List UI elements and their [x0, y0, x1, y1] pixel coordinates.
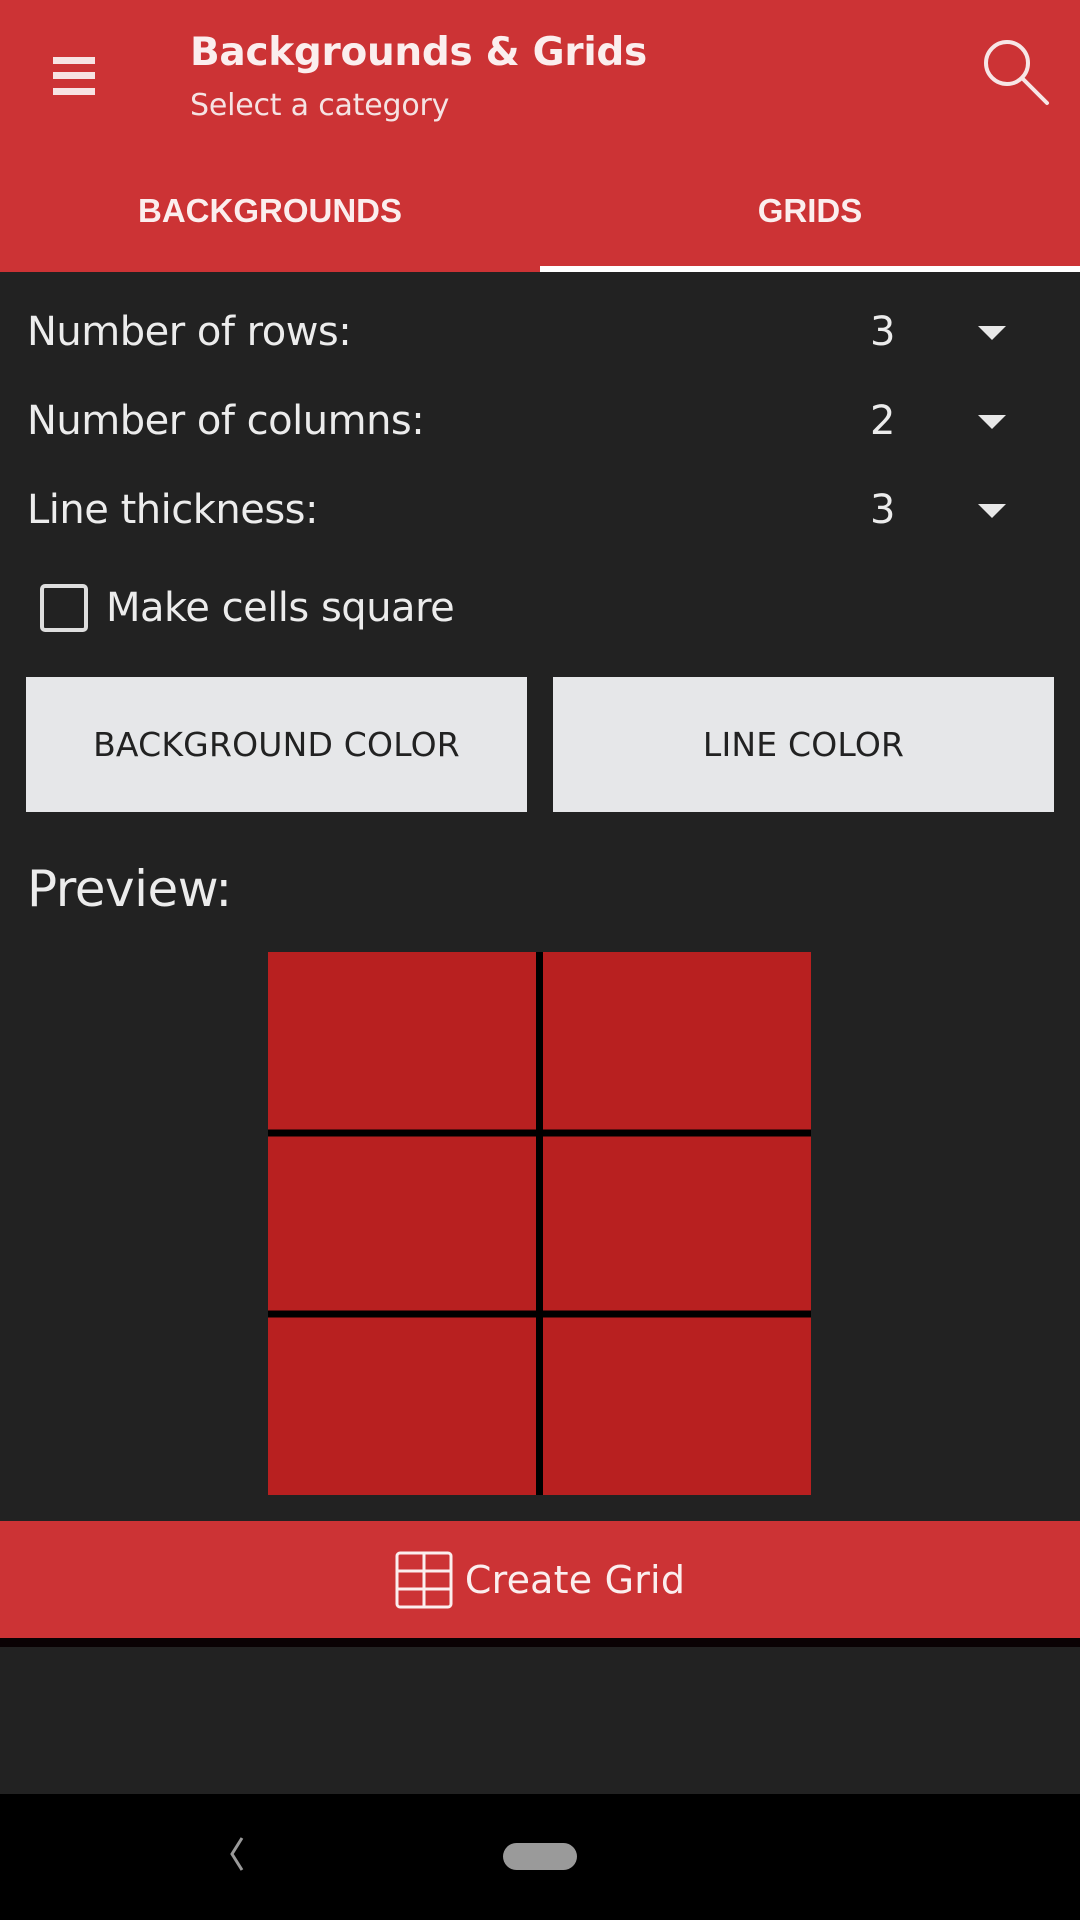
dropdown-arrow-icon	[978, 326, 1006, 340]
rows-dropdown[interactable]: 3	[850, 292, 1050, 372]
thickness-setting: Line thickness: 3	[0, 470, 1080, 550]
background-color-button[interactable]: BACKGROUND COLOR	[26, 677, 527, 812]
make-cells-square-option[interactable]: Make cells square	[40, 578, 455, 638]
back-icon[interactable]	[220, 1834, 250, 1874]
columns-setting: Number of columns: 2	[0, 381, 1080, 461]
search-icon[interactable]	[975, 30, 1055, 110]
dropdown-arrow-icon	[978, 504, 1006, 518]
make-cells-square-label: Make cells square	[106, 585, 455, 631]
rows-value: 3	[870, 309, 896, 355]
rows-label: Number of rows:	[27, 309, 352, 355]
rows-setting: Number of rows: 3	[0, 292, 1080, 372]
thickness-value: 3	[870, 487, 896, 533]
preview-title: Preview:	[27, 860, 232, 918]
dropdown-arrow-icon	[978, 415, 1006, 429]
make-cells-square-checkbox[interactable]	[40, 584, 88, 632]
columns-dropdown[interactable]: 2	[850, 381, 1050, 461]
thickness-label: Line thickness:	[27, 487, 319, 533]
app-bar: Backgrounds & Grids Select a category BA…	[0, 0, 1080, 272]
hamburger-menu-icon[interactable]	[40, 40, 108, 110]
tab-grids[interactable]: GRIDS	[540, 160, 1080, 272]
grid-preview-canvas	[268, 952, 811, 1495]
grid-icon	[395, 1551, 453, 1608]
system-nav-bar	[0, 1794, 1080, 1920]
line-color-button[interactable]: LINE COLOR	[553, 677, 1054, 812]
create-grid-label: Create Grid	[464, 1557, 686, 1602]
home-pill-icon[interactable]	[503, 1843, 577, 1870]
tab-backgrounds[interactable]: BACKGROUNDS	[0, 160, 540, 272]
columns-label: Number of columns:	[27, 398, 425, 444]
grid-preview	[268, 952, 811, 1495]
app-subtitle: Select a category	[190, 88, 450, 123]
tab-bar: BACKGROUNDS GRIDS	[0, 160, 1080, 272]
thickness-dropdown[interactable]: 3	[850, 470, 1050, 550]
app-title: Backgrounds & Grids	[190, 30, 647, 75]
create-grid-button[interactable]: Create Grid	[0, 1521, 1080, 1647]
columns-value: 2	[870, 398, 896, 444]
